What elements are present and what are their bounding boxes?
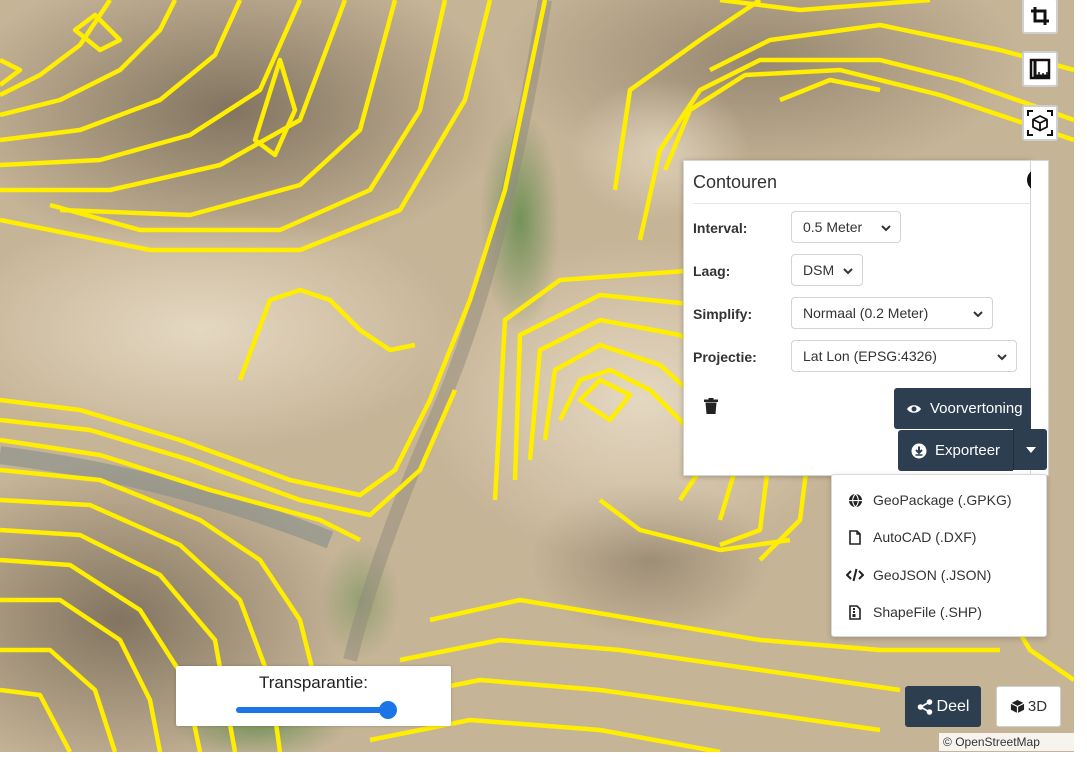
- chevron-down-icon: [997, 354, 1007, 361]
- simplify-label: Simplify:: [693, 306, 753, 322]
- export-dropdown-toggle[interactable]: [1013, 429, 1047, 470]
- interval-select[interactable]: 0.5 Meter: [791, 211, 901, 243]
- file-icon: [849, 529, 861, 545]
- transparency-slider-thumb[interactable]: [379, 701, 397, 719]
- contours-panel: Contouren Interval: 0.5 Meter Laag: DSM …: [683, 160, 1049, 476]
- layer-value: DSM: [803, 262, 835, 278]
- caret-down-icon: [1025, 446, 1036, 453]
- ruler-icon: [1029, 58, 1051, 80]
- share-icon: [917, 698, 932, 715]
- cube-icon: [1010, 699, 1025, 714]
- trash-icon: [704, 398, 718, 414]
- chevron-down-icon: [973, 311, 983, 318]
- view-3d-button[interactable]: 3D: [996, 686, 1061, 727]
- share-button[interactable]: Deel: [905, 686, 981, 727]
- measure-tool-button[interactable]: [1022, 51, 1058, 87]
- volume-tool-button[interactable]: [1022, 105, 1058, 141]
- delete-button[interactable]: [704, 398, 718, 419]
- panel-title: Contouren: [693, 172, 778, 192]
- layer-label: Laag:: [693, 263, 731, 279]
- cube-select-icon: [1027, 110, 1053, 136]
- chevron-down-icon: [843, 268, 853, 275]
- interval-label: Interval:: [693, 220, 748, 236]
- eye-icon: [907, 404, 921, 413]
- simplify-value: Normaal (0.2 Meter): [803, 305, 929, 321]
- export-button[interactable]: Exporteer: [898, 430, 1013, 471]
- view-3d-label: 3D: [1027, 698, 1048, 715]
- transparency-control: Transparantie:: [176, 666, 451, 726]
- export-label: Exporteer: [935, 442, 1001, 459]
- preview-button[interactable]: Voorvertoning: [894, 388, 1037, 429]
- chevron-down-icon: [881, 225, 891, 232]
- menu-item-label: GeoJSON (.JSON): [873, 567, 992, 583]
- projection-value: Lat Lon (EPSG:4326): [803, 348, 937, 364]
- interval-value: 0.5 Meter: [803, 219, 863, 235]
- simplify-select[interactable]: Normaal (0.2 Meter): [791, 297, 993, 329]
- export-geojson-item[interactable]: GeoJSON (.JSON): [832, 557, 1046, 593]
- copyright-symbol: ©: [943, 735, 952, 749]
- download-circle-icon: [911, 443, 927, 458]
- panel-divider: [693, 203, 1048, 204]
- code-icon: [846, 568, 864, 582]
- osm-link[interactable]: OpenStreetMap: [955, 735, 1040, 749]
- transparency-slider-track[interactable]: [236, 707, 386, 713]
- map-attribution: © OpenStreetMap: [939, 733, 1074, 751]
- preview-label: Voorvertoning: [930, 400, 1023, 417]
- projection-select[interactable]: Lat Lon (EPSG:4326): [791, 340, 1017, 372]
- file-archive-icon: [849, 604, 861, 620]
- layer-select[interactable]: DSM: [791, 254, 863, 286]
- menu-item-label: ShapeFile (.SHP): [873, 604, 982, 620]
- transparency-label: Transparantie:: [259, 673, 368, 692]
- crop-icon: [1031, 7, 1049, 25]
- crop-tool-button[interactable]: [1022, 0, 1058, 34]
- share-label: Deel: [936, 697, 970, 715]
- menu-item-label: AutoCAD (.DXF): [873, 529, 977, 545]
- map-view[interactable]: Contouren Interval: 0.5 Meter Laag: DSM …: [0, 0, 1074, 752]
- export-dxf-item[interactable]: AutoCAD (.DXF): [832, 519, 1046, 555]
- export-menu: GeoPackage (.GPKG) AutoCAD (.DXF) GeoJSO…: [831, 474, 1047, 637]
- menu-item-label: GeoPackage (.GPKG): [873, 492, 1012, 508]
- projection-label: Projectie:: [693, 349, 757, 365]
- export-gpkg-item[interactable]: GeoPackage (.GPKG): [832, 482, 1046, 518]
- export-shp-item[interactable]: ShapeFile (.SHP): [832, 594, 1046, 630]
- globe-icon: [848, 493, 862, 507]
